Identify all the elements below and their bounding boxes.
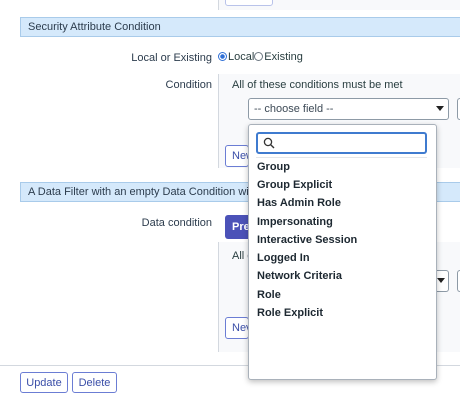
section-title: Security Attribute Condition [28, 21, 161, 33]
update-button[interactable]: Update [20, 372, 68, 393]
dropdown-option[interactable]: Has Admin Role [257, 197, 341, 209]
data-condition-label: Data condition [141, 217, 212, 229]
field-select-value: -- choose field -- [254, 103, 334, 115]
chevron-down-icon [437, 278, 445, 283]
dropdown-option[interactable]: Role Explicit [257, 307, 323, 319]
delete-button-label: Delete [78, 376, 111, 389]
dropdown-option[interactable]: Group Explicit [257, 179, 332, 191]
field-dropdown-list: Group Group Explicit Has Admin Role Impe… [248, 124, 437, 380]
chevron-down-icon [436, 106, 444, 111]
new-data-condition-button[interactable]: Nev [225, 317, 249, 339]
section-header-security-attribute: Security Attribute Condition [20, 17, 460, 37]
dropdown-search-field[interactable] [256, 132, 427, 154]
dropdown-separator [256, 157, 427, 158]
radio-local-label[interactable]: Local [228, 51, 254, 63]
search-icon [263, 137, 275, 149]
new-data-condition-button-label: Nev [232, 322, 248, 334]
top-button-fragment[interactable] [225, 0, 273, 6]
dropdown-option[interactable]: Logged In [257, 252, 310, 264]
dropdown-option[interactable]: Role [257, 289, 281, 301]
new-condition-button-label: New [232, 150, 248, 162]
radio-existing-label[interactable]: Existing [264, 51, 303, 63]
radio-existing[interactable] [254, 52, 264, 61]
dropdown-option[interactable]: Group [257, 161, 290, 173]
dropdown-search-input[interactable] [278, 135, 427, 153]
data-field-select-fragment[interactable] [437, 270, 449, 292]
local-or-existing-radio-group: Local Existing [218, 51, 303, 63]
radio-local[interactable] [218, 52, 227, 61]
field-select[interactable]: -- choose field -- [248, 98, 449, 120]
dropdown-option[interactable]: Interactive Session [257, 234, 357, 246]
local-or-existing-label: Local or Existing [131, 52, 212, 64]
condition-label: Condition [165, 79, 212, 91]
delete-button[interactable]: Delete [72, 372, 117, 393]
section-title-data-filter: A Data Filter with an empty Data Conditi… [28, 186, 276, 198]
new-condition-button[interactable]: New [225, 145, 249, 167]
condition-hint: All of these conditions must be met [232, 79, 403, 91]
dropdown-option[interactable]: Impersonating [257, 216, 333, 228]
dropdown-option[interactable]: Network Criteria [257, 270, 342, 282]
update-button-label: Update [26, 376, 62, 389]
